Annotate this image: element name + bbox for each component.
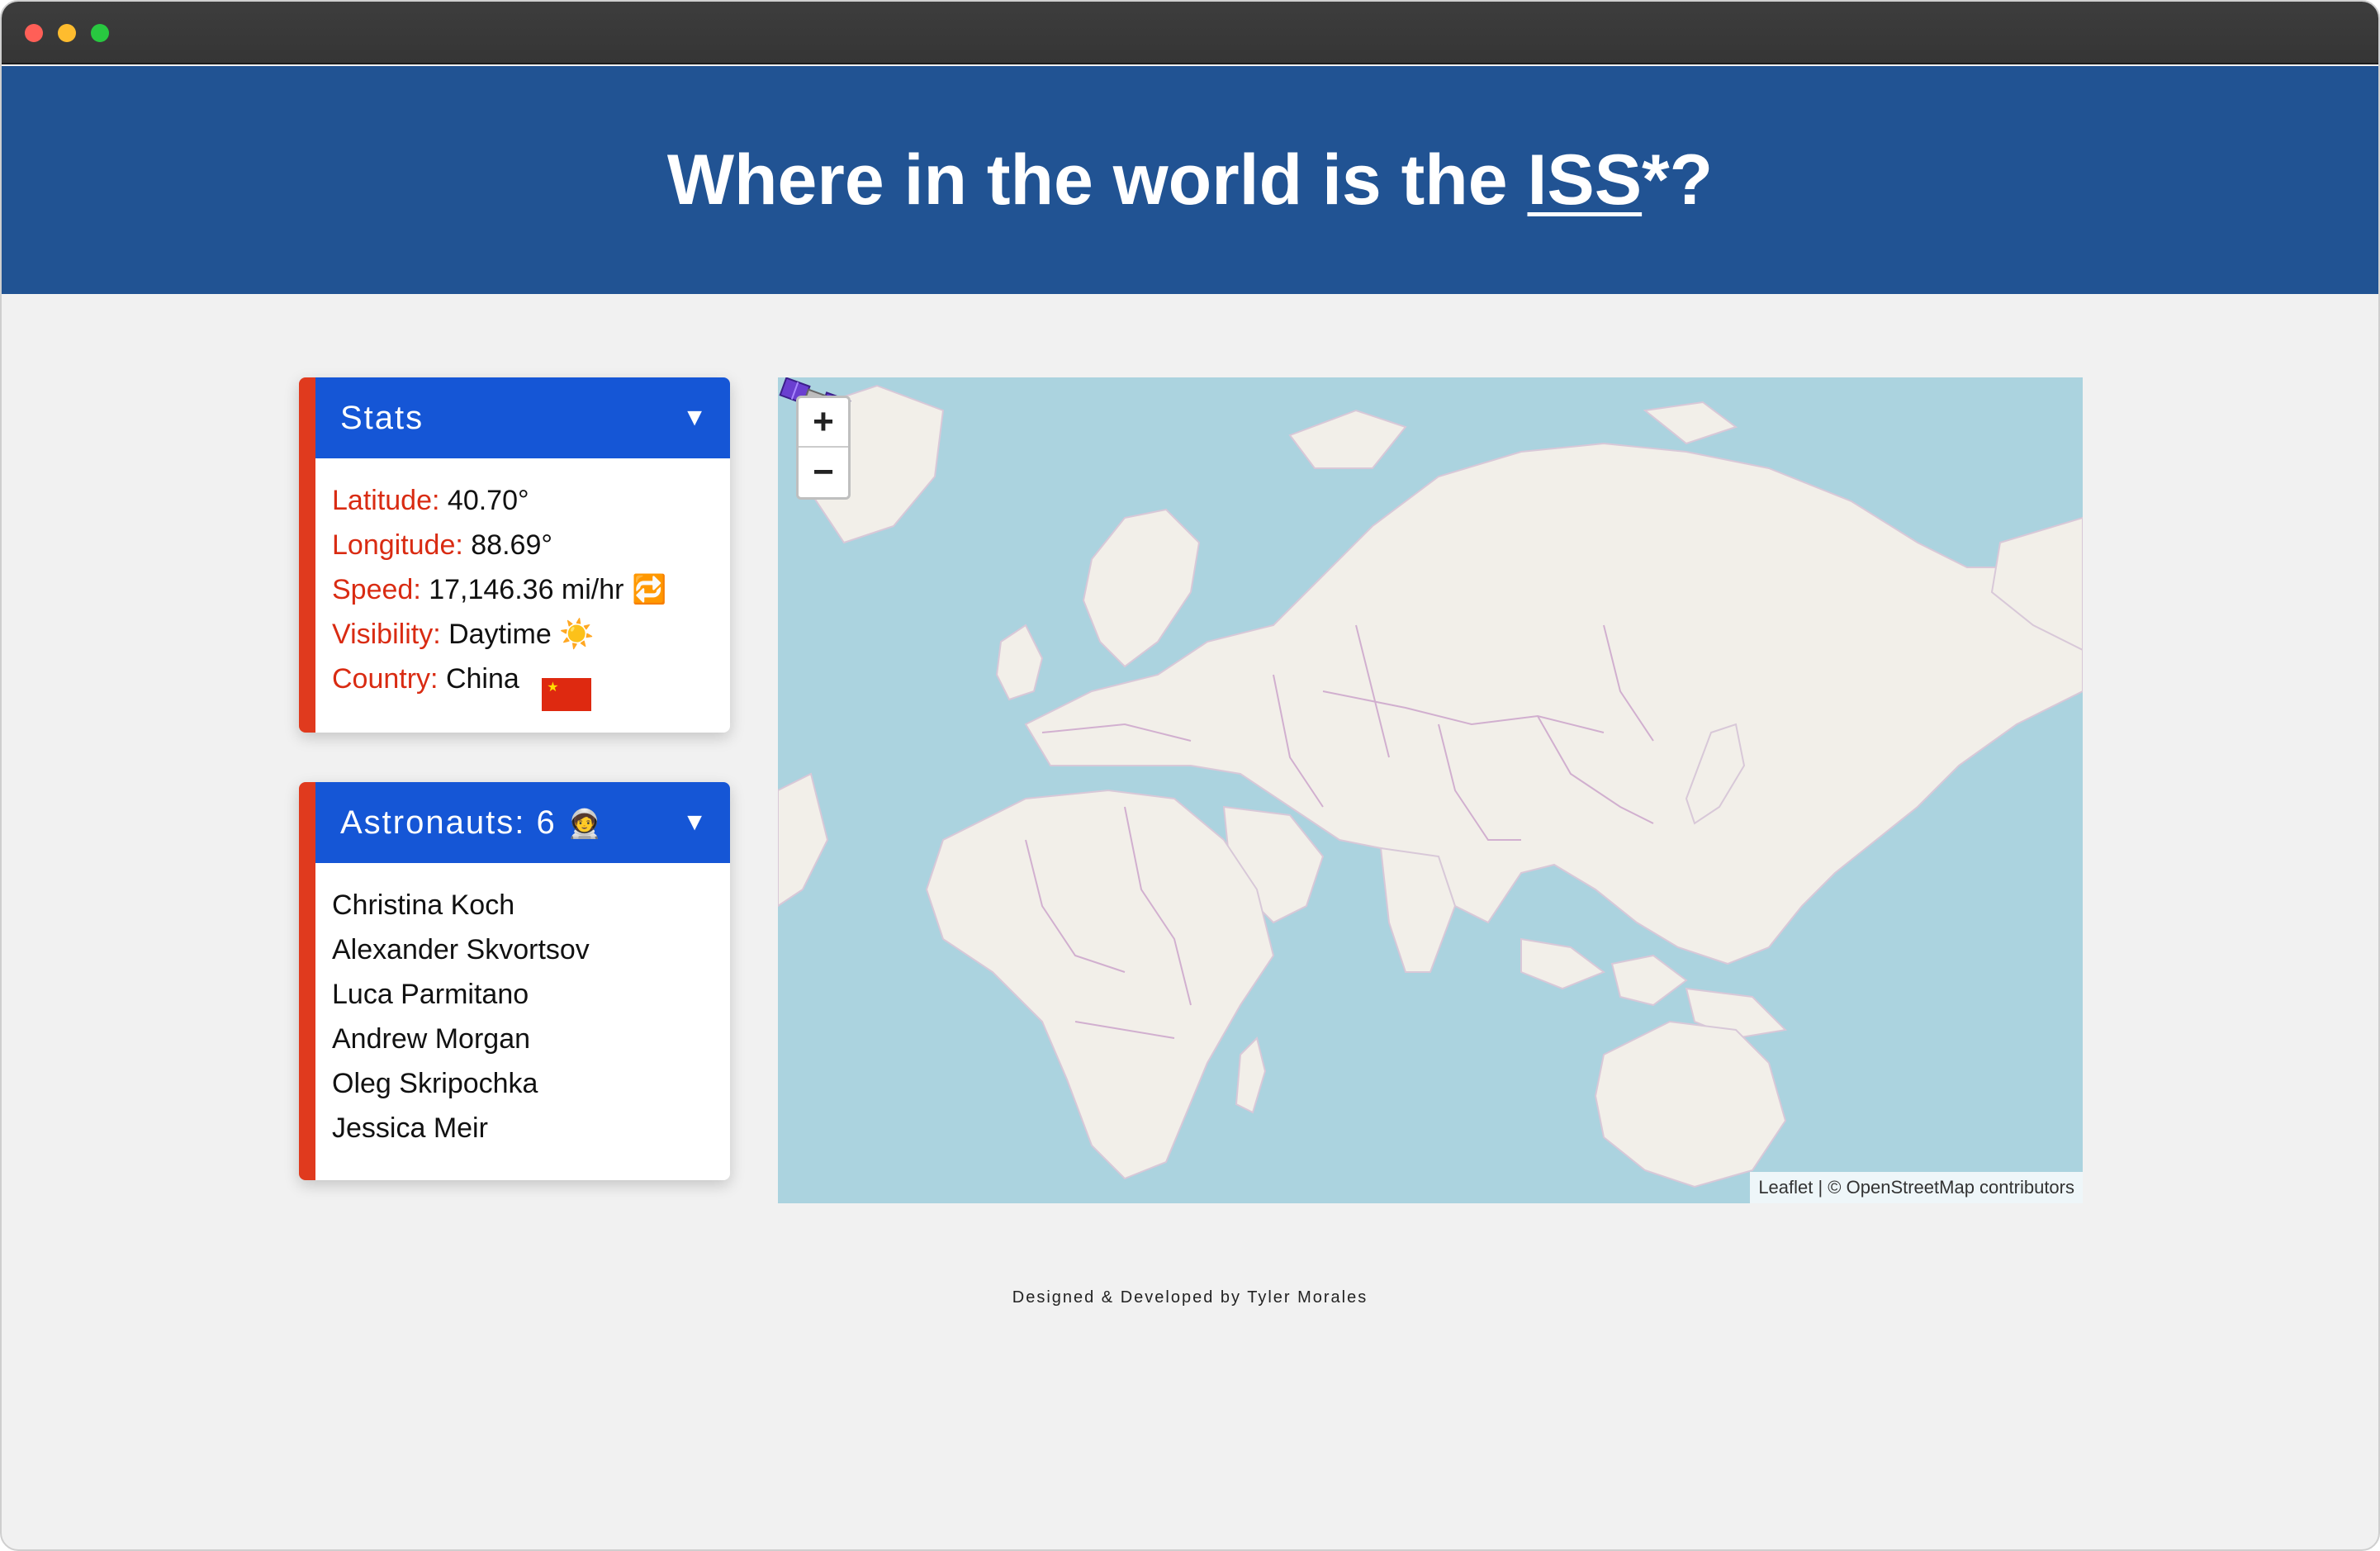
stats-card-header[interactable]: Stats ▼ <box>315 377 730 458</box>
page-title: Where in the world is the ISS*? <box>667 140 1713 221</box>
map-attribution[interactable]: Leaflet | © OpenStreetMap contributors <box>1750 1172 2083 1203</box>
stat-visibility: Visibility: Daytime ☀️ <box>332 612 730 657</box>
stats-card: Stats ▼ Latitude: 40.70° Longitude: 88.6… <box>299 377 730 733</box>
close-window-button[interactable] <box>25 24 43 42</box>
stat-value: 17,146.36 mi/hr <box>429 574 624 605</box>
minimize-window-button[interactable] <box>58 24 76 42</box>
astronaut-name: Christina Koch <box>332 889 515 921</box>
astronaut-list: Christina Koch Alexander Skvortsov Luca … <box>315 863 730 1150</box>
stat-latitude: Latitude: 40.70° <box>332 478 730 523</box>
collapse-toggle-icon[interactable]: ▼ <box>682 809 709 837</box>
stat-value: 40.70° <box>447 485 529 516</box>
stat-value: 88.69° <box>471 529 552 561</box>
stat-speed: Speed: 17,146.36 mi/hr 🔁 <box>332 567 730 612</box>
zoom-control: + − <box>796 396 851 500</box>
stat-label: Visibility: <box>332 619 441 650</box>
window-titlebar <box>2 2 2378 64</box>
stat-label: Country: <box>332 663 439 695</box>
astronaut-name: Alexander Skvortsov <box>332 934 590 965</box>
page-header: Where in the world is the ISS*? <box>2 66 2378 294</box>
stats-card-title: Stats <box>340 399 424 436</box>
title-suffix: *? <box>1642 140 1714 220</box>
world-map[interactable]: + − Leaflet | © OpenStreetMap contributo… <box>778 377 2083 1203</box>
stat-value: Daytime <box>448 619 552 650</box>
zoom-in-button[interactable]: + <box>799 398 848 448</box>
iss-link[interactable]: ISS <box>1528 140 1643 220</box>
astronauts-count: Astronauts: 6 <box>340 804 557 841</box>
maximize-window-button[interactable] <box>91 24 109 42</box>
astronaut-name: Luca Parmitano <box>332 979 529 1010</box>
stat-label: Speed: <box>332 574 421 605</box>
stat-country: Country: China ★ <box>332 657 730 711</box>
stat-label: Latitude: <box>332 485 440 516</box>
astronaut-icon: 🧑‍🚀 <box>567 808 604 840</box>
stat-label: Longitude: <box>332 529 463 561</box>
browser-window: Where in the world is the ISS*? Stats ▼ … <box>0 0 2380 1551</box>
repeat-icon: 🔁 <box>631 574 667 605</box>
stats-list: Latitude: 40.70° Longitude: 88.69° Speed… <box>315 458 730 711</box>
map-tiles <box>778 384 2083 1188</box>
stat-longitude: Longitude: 88.69° <box>332 523 730 567</box>
sun-icon: ☀️ <box>559 619 595 650</box>
astronaut-name: Jessica Meir <box>332 1112 488 1144</box>
astronauts-card: Astronauts: 6 🧑‍🚀 ▼ Christina Koch Alexa… <box>299 782 730 1180</box>
title-text: Where in the world is the <box>666 140 1528 220</box>
footer-credit: Designed & Developed by Tyler Morales <box>1012 1288 1368 1307</box>
astronauts-card-header[interactable]: Astronauts: 6 🧑‍🚀 ▼ <box>315 782 730 863</box>
china-flag-icon: ★ <box>542 678 592 711</box>
astronauts-card-title: Astronauts: 6 🧑‍🚀 <box>340 804 604 842</box>
astronaut-name: Oleg Skripochka <box>332 1068 538 1099</box>
collapse-toggle-icon[interactable]: ▼ <box>682 404 709 432</box>
astronaut-name: Andrew Morgan <box>332 1023 531 1055</box>
zoom-out-button[interactable]: − <box>799 448 848 497</box>
stat-value: China <box>445 663 519 695</box>
